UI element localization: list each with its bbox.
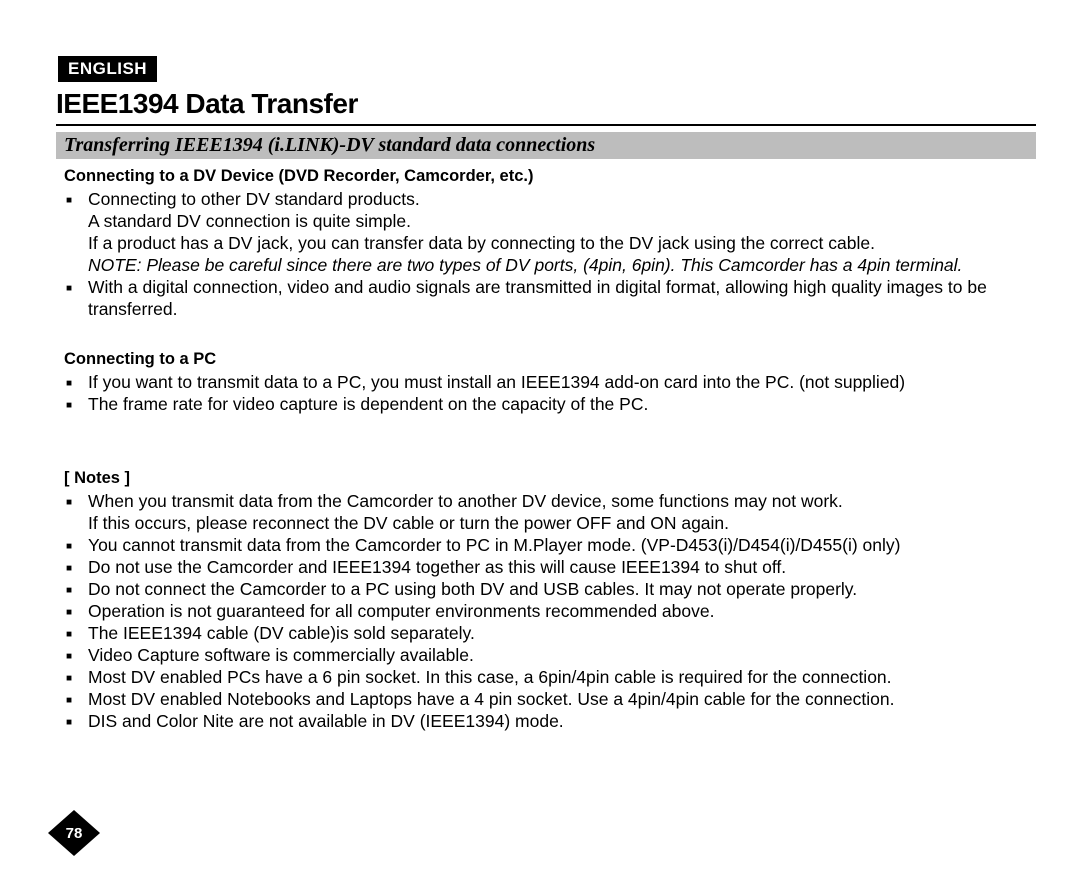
title-rule (56, 124, 1036, 126)
list-item: You cannot transmit data from the Camcor… (64, 534, 1036, 556)
list-item: Most DV enabled Notebooks and Laptops ha… (64, 688, 1036, 710)
list-item-text: Do not use the Camcorder and IEEE1394 to… (88, 557, 786, 577)
list-item: The frame rate for video capture is depe… (64, 393, 1036, 415)
list-item: Connecting to other DV standard products… (64, 188, 1036, 276)
list-item-line: Connecting to other DV standard products… (88, 189, 420, 209)
notes-list: When you transmit data from the Camcorde… (64, 490, 1036, 732)
list-item-text: Most DV enabled PCs have a 6 pin socket.… (88, 667, 892, 687)
list-item-text: Video Capture software is commercially a… (88, 645, 474, 665)
list-item-text: Operation is not guaranteed for all comp… (88, 601, 714, 621)
list-item: With a digital connection, video and aud… (64, 276, 1036, 320)
notes-heading: [ Notes ] (64, 469, 1036, 488)
page-number: 78 (66, 825, 83, 842)
list-item-text: Most DV enabled Notebooks and Laptops ha… (88, 689, 895, 709)
list-item-text: The frame rate for video capture is depe… (88, 394, 648, 414)
list-item: Most DV enabled PCs have a 6 pin socket.… (64, 666, 1036, 688)
list-item-text: When you transmit data from the Camcorde… (88, 491, 843, 533)
page-number-badge: 78 (52, 814, 96, 852)
language-badge: ENGLISH (58, 56, 157, 82)
list-item: The IEEE1394 cable (DV cable)is sold sep… (64, 622, 1036, 644)
list-item-text: The IEEE1394 cable (DV cable)is sold sep… (88, 623, 475, 643)
list-item: Do not connect the Camcorder to a PC usi… (64, 578, 1036, 600)
list-item-text: DIS and Color Nite are not available in … (88, 711, 564, 731)
list-item: When you transmit data from the Camcorde… (64, 490, 1036, 534)
list-item-line: A standard DV connection is quite simple… (88, 211, 411, 231)
list-item-line: If a product has a DV jack, you can tran… (88, 233, 875, 253)
list-item-text: You cannot transmit data from the Camcor… (88, 535, 900, 555)
pc-list: If you want to transmit data to a PC, yo… (64, 371, 1036, 415)
dv-device-list: Connecting to other DV standard products… (64, 188, 1036, 320)
list-item-line: With a digital connection, video and aud… (88, 277, 987, 319)
list-item-note: NOTE: Please be careful since there are … (88, 255, 962, 275)
subtitle-bar: Transferring IEEE1394 (i.LINK)-DV standa… (56, 132, 1036, 159)
list-item: Do not use the Camcorder and IEEE1394 to… (64, 556, 1036, 578)
section-heading-pc: Connecting to a PC (64, 350, 1036, 369)
subtitle-text: Transferring IEEE1394 (i.LINK)-DV standa… (64, 134, 595, 156)
page-title: IEEE1394 Data Transfer (56, 88, 1036, 120)
list-item: Operation is not guaranteed for all comp… (64, 600, 1036, 622)
manual-page: ENGLISH IEEE1394 Data Transfer Transferr… (0, 0, 1080, 880)
list-item: If you want to transmit data to a PC, yo… (64, 371, 1036, 393)
list-item: Video Capture software is commercially a… (64, 644, 1036, 666)
list-item-text: If you want to transmit data to a PC, yo… (88, 372, 905, 392)
section-heading-dv-device: Connecting to a DV Device (DVD Recorder,… (64, 167, 1036, 186)
list-item: DIS and Color Nite are not available in … (64, 710, 1036, 732)
list-item-text: Do not connect the Camcorder to a PC usi… (88, 579, 857, 599)
